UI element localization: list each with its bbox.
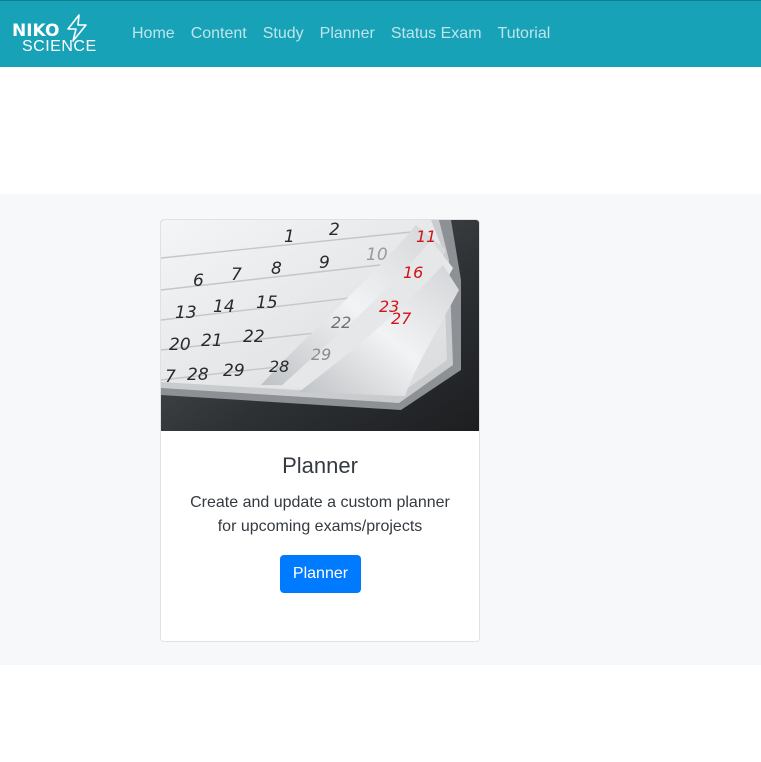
nav-link-tutorial[interactable]: Tutorial (490, 23, 559, 45)
nav-link-content[interactable]: Content (183, 23, 255, 45)
svg-text:11: 11 (416, 227, 436, 246)
nav-links: Home Content Study Planner Status Exam T… (124, 23, 558, 45)
svg-text:16: 16 (403, 263, 423, 282)
card-description: Create and update a custom planner for u… (190, 494, 450, 535)
svg-text:9: 9 (319, 253, 330, 273)
nav-link-study[interactable]: Study (255, 23, 312, 45)
card-title: Planner (282, 453, 358, 478)
svg-text:29: 29 (311, 345, 331, 364)
nav-link-planner[interactable]: Planner (312, 23, 383, 45)
svg-text:13: 13 (175, 303, 197, 323)
planner-button[interactable]: Planner (280, 555, 361, 593)
calendar-pages-photo: 1 2 6 7 8 9 10 13 14 15 20 21 22 7 28 29… (161, 220, 479, 431)
svg-text:21: 21 (201, 331, 223, 351)
svg-text:20: 20 (169, 335, 191, 355)
svg-text:27: 27 (391, 309, 412, 328)
svg-text:7: 7 (231, 265, 242, 285)
svg-text:22: 22 (331, 313, 351, 332)
brand-name-line2: SCIENCE (22, 38, 97, 55)
nav-link-home[interactable]: Home (124, 23, 183, 45)
svg-text:8: 8 (271, 259, 282, 279)
svg-text:1: 1 (284, 227, 295, 247)
svg-text:7: 7 (165, 367, 176, 387)
planner-card: 1 2 6 7 8 9 10 13 14 15 20 21 22 7 28 29… (160, 219, 480, 642)
navbar: NIKO SCIENCE Home Content Study Planner … (0, 0, 761, 67)
svg-text:28: 28 (187, 365, 209, 385)
svg-text:6: 6 (193, 271, 204, 291)
svg-text:14: 14 (213, 297, 235, 317)
svg-text:29: 29 (223, 361, 245, 381)
svg-text:22: 22 (243, 327, 265, 347)
nav-link-status-exam[interactable]: Status Exam (383, 23, 490, 45)
svg-text:28: 28 (269, 357, 289, 376)
svg-text:15: 15 (256, 293, 278, 313)
brand-logo[interactable]: NIKO SCIENCE (12, 14, 108, 56)
svg-text:2: 2 (329, 220, 340, 240)
